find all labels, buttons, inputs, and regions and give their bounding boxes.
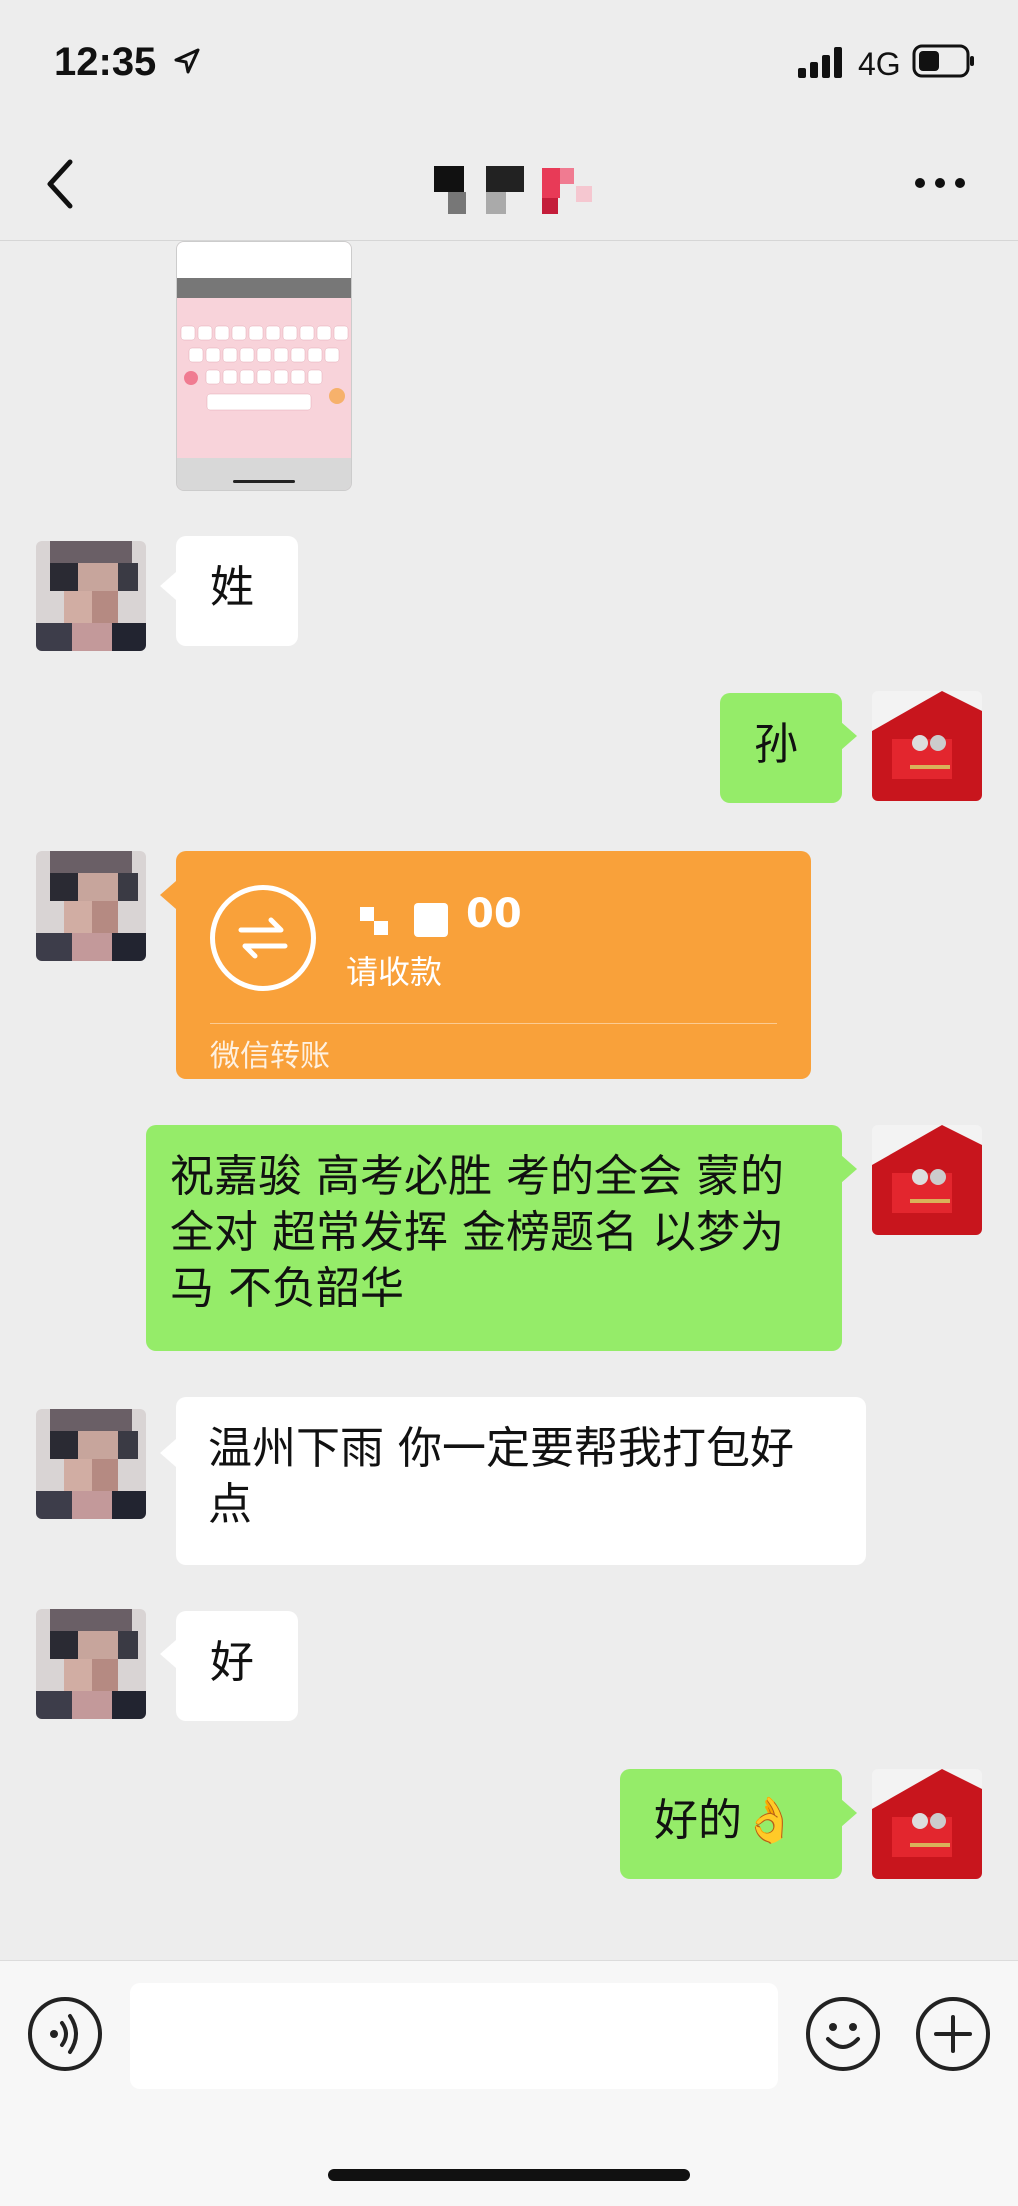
message-bubble-incoming[interactable]: 姓	[176, 536, 298, 646]
voice-icon[interactable]	[28, 1997, 102, 2071]
battery-icon	[912, 44, 974, 78]
message-input[interactable]	[130, 1983, 778, 2089]
message-bubble-outgoing[interactable]: 祝嘉骏 高考必胜 考的全会 蒙的全对 超常发挥 金榜题名 以梦为马 不负韶华	[146, 1125, 842, 1351]
chat-message-list[interactable]: 姓 孙 00 请收款 微信转账 祝嘉骏 高考必胜 考的全会 蒙的全对 超常发挥 …	[0, 241, 1018, 1960]
message-bubble-incoming[interactable]: 温州下雨 你一定要帮我打包好点	[176, 1397, 866, 1565]
transfer-amount: 00	[466, 891, 522, 937]
avatar-contact[interactable]	[36, 1609, 146, 1719]
message-bubble-incoming[interactable]: 好	[176, 1611, 298, 1721]
avatar-contact[interactable]	[36, 541, 146, 651]
signal-icon	[798, 47, 842, 78]
bubble-tail	[160, 1640, 176, 1668]
transfer-message-card[interactable]: 00 请收款 微信转账	[176, 851, 811, 1079]
bubble-tail	[160, 572, 176, 600]
transfer-footer: 微信转账	[210, 1039, 330, 1074]
bubble-tail	[841, 1155, 857, 1183]
home-indicator[interactable]	[328, 2169, 690, 2181]
avatar-self[interactable]	[872, 691, 982, 801]
bubble-tail	[160, 1439, 176, 1467]
avatar-contact[interactable]	[36, 851, 146, 961]
network-type: 4G	[858, 46, 901, 82]
message-bubble-outgoing[interactable]: 好的👌	[620, 1769, 842, 1879]
chat-title-obscured	[434, 166, 592, 214]
keyboard-screenshot-image	[177, 242, 351, 490]
message-bubble-outgoing[interactable]: 孙	[720, 693, 842, 803]
transfer-arrows-icon	[210, 885, 316, 991]
more-dots-icon[interactable]	[912, 168, 968, 198]
status-time: 12:35	[54, 40, 157, 84]
transfer-amount-obscured	[360, 903, 448, 937]
chat-input-bar	[0, 1960, 1018, 2206]
image-message-keyboard-screenshot[interactable]	[176, 241, 352, 491]
chevron-left-icon[interactable]	[40, 156, 80, 212]
bubble-tail	[841, 722, 857, 750]
avatar-contact[interactable]	[36, 1409, 146, 1519]
avatar-self[interactable]	[872, 1769, 982, 1879]
transfer-divider	[210, 1023, 777, 1024]
emoji-icon[interactable]	[806, 1997, 880, 2071]
bubble-tail	[160, 881, 176, 909]
bubble-tail	[841, 1799, 857, 1827]
avatar-self[interactable]	[872, 1125, 982, 1235]
transfer-status: 请收款	[346, 953, 443, 991]
location-arrow-icon	[174, 48, 200, 74]
chat-header	[0, 130, 1018, 241]
plus-icon[interactable]	[916, 1997, 990, 2071]
status-bar: 12:35 4G	[0, 0, 1018, 130]
